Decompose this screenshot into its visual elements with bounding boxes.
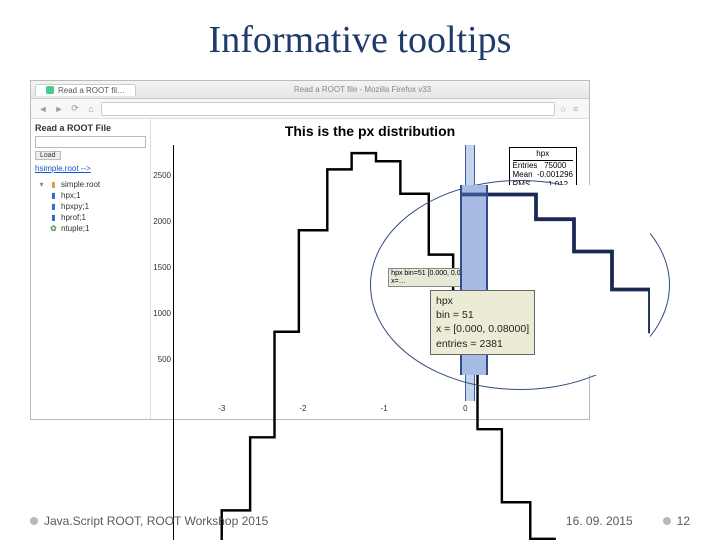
tree-label: hprof;1 [61, 213, 86, 222]
tooltip-line: hpx [436, 294, 529, 308]
browser-tabbar: Read a ROOT fil… Read a ROOT file - Mozi… [31, 81, 589, 99]
nav-home-icon[interactable]: ⌂ [85, 103, 97, 115]
tooltip-line: entries = 2381 [436, 337, 529, 351]
file-tree: ▾ ▮ simple.root ▮ hpx;1 ▮ hpxpy;1 [35, 179, 146, 234]
tooltip-line: x = [0.000, 0.08000] [436, 322, 529, 336]
footer-date: 16. 09. 2015 [566, 514, 633, 528]
tree-node-ntuple[interactable]: ✿ ntuple;1 [35, 223, 146, 234]
tree-node-hpx[interactable]: ▮ hpx;1 [35, 190, 146, 201]
sidebar: Read a ROOT File Load hsimple.root --> ▾… [31, 119, 151, 419]
content-area: Read a ROOT fil… Read a ROOT file - Mozi… [30, 80, 610, 460]
footer-bullet-icon [663, 517, 671, 525]
tab-label: Read a ROOT fil… [58, 86, 125, 95]
menu-icon[interactable]: ≡ [573, 104, 583, 114]
file-url-input[interactable] [35, 136, 146, 148]
hist-icon: ▮ [49, 191, 58, 200]
browser-toolbar: ◄ ► ⟳ ⌂ ☆ ≡ [31, 99, 589, 119]
slide: Informative tooltips Read a ROOT fil… Re… [0, 0, 720, 540]
tree-label: hpx;1 [61, 191, 81, 200]
nav-forward-icon[interactable]: ► [53, 103, 65, 115]
tree-label: simple.root [61, 180, 100, 189]
expand-icon: ▾ [37, 180, 46, 189]
browser-tab[interactable]: Read a ROOT fil… [35, 84, 136, 96]
folder-icon: ▮ [49, 180, 58, 189]
window-title: Read a ROOT file - Mozilla Firefox v33 [136, 85, 589, 94]
footer-page: 12 [677, 514, 690, 528]
hist-icon: ▮ [49, 213, 58, 222]
branch-icon: ✿ [49, 224, 58, 233]
tooltip-line: bin = 51 [436, 308, 529, 322]
footer-bullet-icon [30, 517, 38, 525]
nav-back-icon[interactable]: ◄ [37, 103, 49, 115]
nav-reload-icon[interactable]: ⟳ [69, 103, 81, 115]
tree-node-hpxpy[interactable]: ▮ hpxpy;1 [35, 201, 146, 212]
tree-node-hprof[interactable]: ▮ hprof;1 [35, 212, 146, 223]
slide-title: Informative tooltips [0, 0, 720, 62]
url-bar[interactable] [101, 102, 555, 116]
toolbar-right-icons: ☆ ≡ [559, 104, 583, 114]
footer-left: Java.Script ROOT, ROOT Workshop 2015 [44, 514, 268, 528]
tooltip-box: hpx bin = 51 x = [0.000, 0.08000] entrie… [430, 290, 535, 355]
hist-icon: ▮ [49, 202, 58, 211]
sidebar-heading: Read a ROOT File [35, 123, 146, 133]
example-link[interactable]: hsimple.root --> [35, 164, 146, 173]
stats-title: hpx [513, 149, 574, 161]
tree-node-root[interactable]: ▾ ▮ simple.root [35, 179, 146, 190]
tab-favicon-icon [46, 86, 54, 94]
star-icon[interactable]: ☆ [559, 104, 569, 114]
load-button[interactable]: Load [35, 151, 61, 160]
tree-label: ntuple;1 [61, 224, 89, 233]
tree-label: hpxpy;1 [61, 202, 89, 211]
slide-footer: Java.Script ROOT, ROOT Workshop 2015 16.… [0, 514, 720, 528]
chart-title: This is the px distribution [151, 119, 589, 139]
